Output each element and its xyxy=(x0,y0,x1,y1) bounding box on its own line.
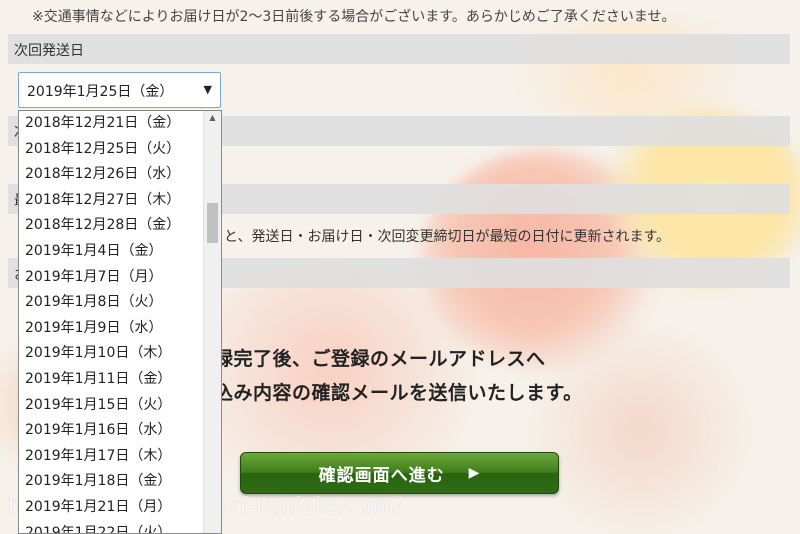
date-dropdown-list[interactable]: 2018年12月21日（金） 2018年12月25日（火） 2018年12月26… xyxy=(18,110,222,534)
date-option[interactable]: 2018年12月27日（木） xyxy=(19,188,221,214)
date-option[interactable]: 2019年1月18日（金） xyxy=(19,469,221,495)
date-option[interactable]: 2019年1月11日（金） xyxy=(19,367,221,393)
scroll-up-arrow-icon[interactable]: ▲ xyxy=(204,113,221,122)
confirmation-message-line: 録完了後、ご登録のメールアドレスへ xyxy=(214,348,546,370)
date-option[interactable]: 2019年1月8日（火） xyxy=(19,290,221,316)
date-option[interactable]: 2019年1月16日（水） xyxy=(19,418,221,444)
background-blob xyxy=(520,330,760,530)
proceed-to-confirmation-button[interactable]: 確認画面へ進む ▶ xyxy=(240,452,559,494)
update-note: と、発送日・お届け日・次回変更締切日が最短の日付に更新されます。 xyxy=(224,229,671,245)
confirmation-message-line: 込み内容の確認メールを送信いたします。 xyxy=(214,382,583,404)
delivery-notice: ※交通事情などによりお届け日が2〜3日前後する場合がございます。あらかじめご了承… xyxy=(32,9,676,25)
date-option[interactable]: 2018年12月28日（金） xyxy=(19,213,221,239)
date-option[interactable]: 2019年1月15日（火） xyxy=(19,393,221,419)
date-option[interactable]: 2019年1月22日（火） xyxy=(19,521,221,534)
date-option[interactable]: 2019年1月7日（月） xyxy=(19,265,221,291)
proceed-button-label: 確認画面へ進む xyxy=(318,465,445,486)
date-option[interactable]: 2019年1月4日（金） xyxy=(19,239,221,265)
date-option[interactable]: 2019年1月10日（木） xyxy=(19,341,221,367)
selected-date: 2019年1月25日（金） xyxy=(27,84,174,100)
next-ship-date-select[interactable]: 2019年1月25日（金） ▼ xyxy=(18,72,221,108)
next-ship-date-label: 次回発送日 xyxy=(14,43,84,59)
dropdown-options: 2018年12月21日（金） 2018年12月25日（火） 2018年12月26… xyxy=(19,111,221,534)
scrollbar-thumb[interactable] xyxy=(207,203,218,243)
date-option[interactable]: 2019年1月17日（木） xyxy=(19,444,221,470)
date-option[interactable]: 2019年1月21日（月） xyxy=(19,495,221,521)
dropdown-scrollbar[interactable]: ▲ xyxy=(203,111,221,533)
triangle-down-icon: ▼ xyxy=(203,83,212,96)
play-arrow-icon: ▶ xyxy=(468,465,481,481)
date-option[interactable]: 2018年12月21日（金） xyxy=(19,111,221,137)
date-option[interactable]: 2018年12月25日（火） xyxy=(19,137,221,163)
date-option[interactable]: 2019年1月9日（水） xyxy=(19,316,221,342)
next-ship-date-header: 次回発送日 xyxy=(8,34,790,64)
date-option[interactable]: 2018年12月26日（水） xyxy=(19,162,221,188)
